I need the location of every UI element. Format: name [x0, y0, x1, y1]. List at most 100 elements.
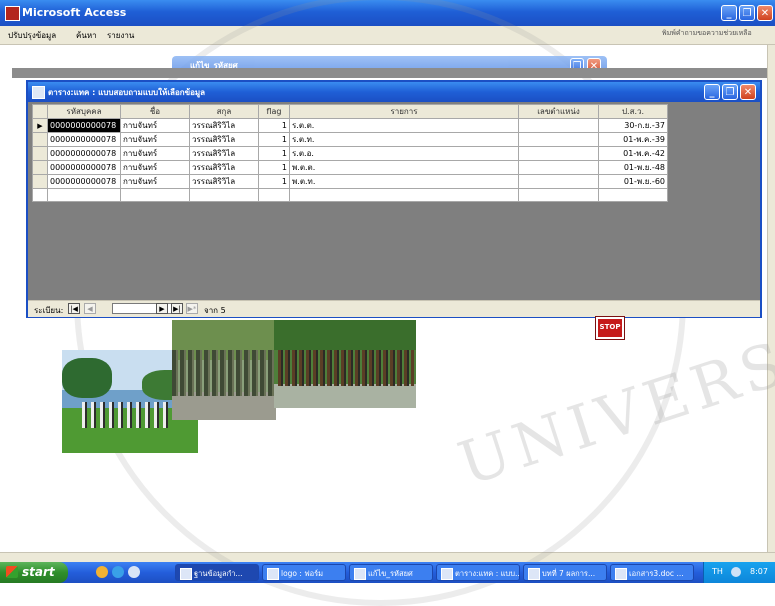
cell-rank[interactable]: พ.ต.ต. [289, 160, 519, 175]
menu-item-update[interactable]: ปรับปรุงข้อมูล [8, 29, 56, 42]
cell-position-no[interactable] [518, 146, 599, 161]
quicklaunch-icon[interactable] [96, 566, 108, 578]
column-header[interactable]: ชื่อ [120, 104, 190, 119]
cell-last-name[interactable]: วรรณสิริวิไล [189, 174, 259, 189]
table-row[interactable]: 0000000000078 กาบจันทร์ วรรณสิริวิไล 1 พ… [32, 160, 668, 175]
empty-cell[interactable] [518, 188, 599, 202]
menu-item-search[interactable]: ค้นหา [76, 29, 97, 42]
table-row[interactable]: 0000000000078 กาบจันทร์ วรรณสิริวิไล 1 ร… [32, 146, 668, 161]
cell-person-id[interactable]: 0000000000078 [47, 132, 121, 147]
help-question-box[interactable]: พิมพ์คำถามขอความช่วยเหลือ [662, 28, 772, 39]
cell-person-id[interactable]: 0000000000078 [47, 174, 121, 189]
cell-position-no[interactable] [518, 132, 599, 147]
app-title: Microsoft Access [22, 6, 127, 19]
cell-flag[interactable]: 1 [258, 132, 290, 147]
cell-first-name[interactable]: กาบจันทร์ [120, 174, 190, 189]
table-row[interactable]: 0000000000078 กาบจันทร์ วรรณสิริวิไล 1 พ… [32, 174, 668, 189]
ie-icon[interactable] [112, 566, 124, 578]
record-selector[interactable] [32, 174, 48, 189]
task-word-chapter7[interactable]: บทที่ 7 ผลการ... [523, 564, 607, 581]
cell-last-name[interactable]: วรรณสิริวิไล [189, 132, 259, 147]
task-logo-form[interactable]: logo : ฟอร์ม [262, 564, 346, 581]
cell-rank[interactable]: ร.ต.ต. [289, 118, 519, 133]
cell-rank[interactable]: ร.ต.อ. [289, 146, 519, 161]
record-selector[interactable] [32, 146, 48, 161]
cell-date[interactable]: 01-พ.ย.-60 [598, 174, 668, 189]
table-close-button[interactable]: ✕ [740, 84, 756, 100]
table-window: ตาราง:แทค : แบบสอบถามแบบให้เลือกข้อมูล _… [26, 80, 762, 318]
task-word-doc3[interactable]: เอกสาร3.doc ... [610, 564, 694, 581]
menu-item-report[interactable]: รายงาน [107, 29, 134, 42]
new-record-button[interactable]: ▶* [186, 303, 198, 314]
empty-cell[interactable] [47, 188, 121, 202]
cell-last-name[interactable]: วรรณสิริวิไล [189, 118, 259, 133]
cell-date[interactable]: 01-พ.ค.-39 [598, 132, 668, 147]
cell-first-name[interactable]: กาบจันทร์ [120, 160, 190, 175]
close-button[interactable]: ✕ [757, 5, 773, 21]
column-header[interactable]: รหัสบุคคล [47, 104, 121, 119]
cell-first-name[interactable]: กาบจันทร์ [120, 146, 190, 161]
table-minimize-button[interactable]: _ [704, 84, 720, 100]
form-icon [354, 568, 366, 580]
language-indicator[interactable]: TH [712, 567, 723, 576]
table-row[interactable]: ▶ 0000000000078 กาบจันทร์ วรรณสิริวิไล 1… [32, 118, 668, 133]
restore-button[interactable]: ❐ [739, 5, 755, 21]
column-header[interactable]: สกุล [189, 104, 259, 119]
cell-flag[interactable]: 1 [258, 160, 290, 175]
record-selector[interactable] [32, 132, 48, 147]
column-header[interactable]: flag [258, 104, 290, 119]
cell-last-name[interactable]: วรรณสิริวิไล [189, 146, 259, 161]
cell-date[interactable]: 01-พ.ย.-48 [598, 160, 668, 175]
vertical-scrollbar[interactable] [767, 45, 775, 552]
access-icon [180, 568, 192, 580]
desktop-icon[interactable] [128, 566, 140, 578]
cell-person-id[interactable]: 0000000000078 [47, 160, 121, 175]
cell-position-no[interactable] [518, 174, 599, 189]
table-row[interactable]: 0000000000078 กาบจันทร์ วรรณสิริวิไล 1 ร… [32, 132, 668, 147]
cell-date[interactable]: 30-ก.ย.-37 [598, 118, 668, 133]
column-header[interactable]: เลขตำแหน่ง [518, 104, 599, 119]
cell-rank[interactable]: พ.ต.ท. [289, 174, 519, 189]
empty-cell[interactable] [289, 188, 519, 202]
cell-position-no[interactable] [518, 118, 599, 133]
tray-icon[interactable] [731, 567, 741, 577]
task-edit-rank[interactable]: แก้ไข_รหัสยศ [349, 564, 433, 581]
new-record-row[interactable] [32, 188, 668, 202]
cell-person-id[interactable]: 0000000000078 [47, 118, 121, 133]
cell-date[interactable]: 01-พ.ค.-42 [598, 146, 668, 161]
next-record-button[interactable]: ▶ [156, 303, 168, 314]
cell-position-no[interactable] [518, 160, 599, 175]
cell-last-name[interactable]: วรรณสิริวิไล [189, 160, 259, 175]
table-restore-button[interactable]: ❐ [722, 84, 738, 100]
minimize-button[interactable]: _ [721, 5, 737, 21]
column-header[interactable]: ป.ส.ว. [598, 104, 668, 119]
last-record-button[interactable]: ▶| [171, 303, 183, 314]
first-record-button[interactable]: |◀ [68, 303, 80, 314]
record-label: ระเบียน: [34, 306, 64, 315]
clock[interactable]: 8:07 [750, 567, 768, 576]
empty-cell[interactable] [598, 188, 668, 202]
empty-cell[interactable] [258, 188, 290, 202]
cell-first-name[interactable]: กาบจันทร์ [120, 132, 190, 147]
column-header[interactable]: รายการ [289, 104, 519, 119]
cell-first-name[interactable]: กาบจันทร์ [120, 118, 190, 133]
selector-header[interactable] [32, 104, 48, 119]
record-selector[interactable] [32, 188, 48, 202]
task-table-query[interactable]: ตาราง:แทค : แบบ... [436, 564, 520, 581]
task-label: บทที่ 7 ผลการ... [542, 569, 596, 578]
task-label: logo : ฟอร์ม [281, 569, 324, 578]
police-parade-photo-3 [274, 320, 416, 408]
stop-sign-icon[interactable]: STOP [596, 317, 624, 339]
cell-rank[interactable]: ร.ต.ท. [289, 132, 519, 147]
task-label: ตาราง:แทค : แบบ... [455, 569, 520, 578]
task-database[interactable]: ฐานข้อมูลกำ... [175, 564, 259, 581]
cell-person-id[interactable]: 0000000000078 [47, 146, 121, 161]
empty-cell[interactable] [189, 188, 259, 202]
cell-flag[interactable]: 1 [258, 146, 290, 161]
cell-flag[interactable]: 1 [258, 174, 290, 189]
cell-flag[interactable]: 1 [258, 118, 290, 133]
record-selector[interactable] [32, 160, 48, 175]
empty-cell[interactable] [120, 188, 190, 202]
prev-record-button[interactable]: ◀ [84, 303, 96, 314]
record-selector[interactable]: ▶ [32, 118, 48, 133]
